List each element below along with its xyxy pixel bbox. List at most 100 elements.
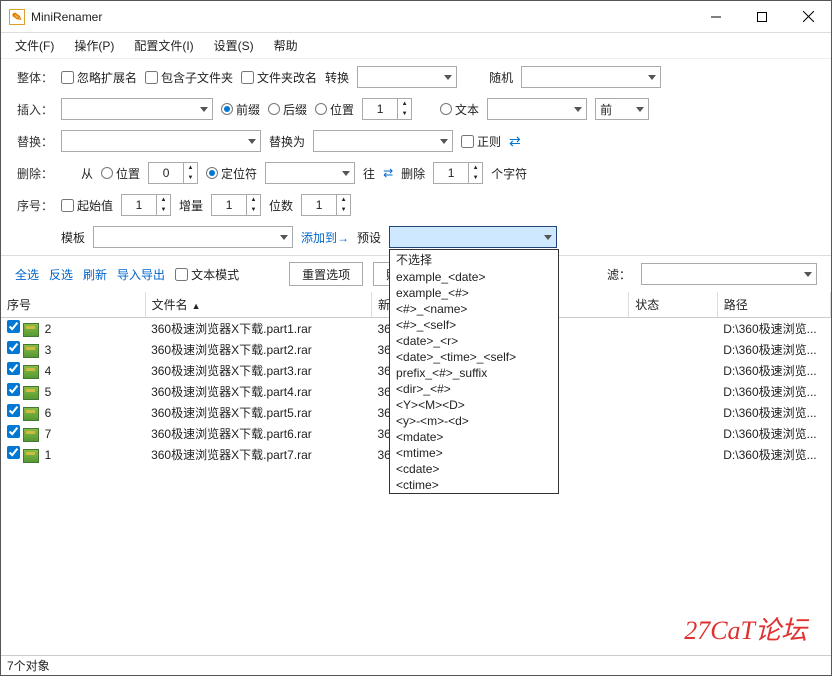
text-radio[interactable]: 文本 [440,101,479,118]
random-label: 随机 [489,69,513,86]
preset-option[interactable]: <mtime> [390,445,558,461]
row-checkbox[interactable] [7,341,20,354]
locator-combo[interactable] [265,162,355,184]
row-checkbox[interactable] [7,404,20,417]
col-status[interactable]: 状态 [629,292,718,318]
add-to-link[interactable]: 添加到→ [301,229,349,246]
insert-front-combo[interactable]: 前 [595,98,649,120]
preset-option[interactable]: <#>_<self> [390,317,558,333]
insert-text-combo[interactable] [487,98,587,120]
preset-option[interactable]: <Y><M><D> [390,397,558,413]
preset-option[interactable]: example_<#> [390,285,558,301]
reset-button[interactable]: 重置选项 [289,262,363,286]
row-checkbox[interactable] [7,362,20,375]
start-checkbox[interactable]: 起始值 [61,197,113,214]
preset-option[interactable]: <ctime> [390,477,558,493]
include-sub-checkbox[interactable]: 包含子文件夹 [145,69,233,86]
position-radio[interactable]: 位置 [315,101,354,118]
preset-option[interactable]: prefix_<#>_suffix [390,365,558,381]
preset-label: 预设 [357,229,381,246]
menu-operate[interactable]: 操作(P) [66,34,122,57]
file-icon [23,323,39,337]
delete-label: 删除： [13,165,53,182]
replace-from-combo[interactable] [61,130,261,152]
minimize-button[interactable] [693,2,739,32]
suffix-radio[interactable]: 后缀 [268,101,307,118]
text-mode-checkbox[interactable]: 文本模式 [175,266,239,283]
template-label: 模板 [61,229,85,246]
ignore-ext-checkbox[interactable]: 忽略扩展名 [61,69,137,86]
template-combo[interactable] [93,226,293,248]
menu-help[interactable]: 帮助 [266,34,306,57]
window-title: MiniRenamer [31,10,693,24]
prefix-radio[interactable]: 前缀 [221,101,260,118]
row-checkbox[interactable] [7,383,20,396]
import-export-link[interactable]: 导入导出 [117,266,165,283]
file-icon [23,407,39,421]
menu-file[interactable]: 文件(F) [7,34,62,57]
file-icon [23,344,39,358]
preset-option[interactable]: <#>_<name> [390,301,558,317]
sort-asc-icon: ▲ [192,301,201,311]
filter-label: 滤： [607,266,631,283]
preset-option[interactable]: <date>_<r> [390,333,558,349]
del-count-spinner[interactable]: ▲▼ [433,162,483,184]
preset-option[interactable]: <mdate> [390,429,558,445]
insert-combo[interactable] [61,98,213,120]
inc-label: 增量 [179,197,203,214]
maximize-button[interactable] [739,2,785,32]
file-icon [23,449,39,463]
random-combo[interactable] [521,66,661,88]
preset-option[interactable]: <cdate> [390,461,558,477]
start-spinner[interactable]: ▲▼ [121,194,171,216]
row-checkbox[interactable] [7,320,20,333]
preset-option[interactable]: example_<date> [390,269,558,285]
status-bar: 7个对象 [1,655,831,675]
file-icon [23,428,39,442]
rename-folder-checkbox[interactable]: 文件夹改名 [241,69,317,86]
del-position-radio[interactable]: 位置 [101,165,140,182]
preset-option[interactable]: <y>-<m>-<d> [390,413,558,429]
inc-spinner[interactable]: ▲▼ [211,194,261,216]
select-all-link[interactable]: 全选 [15,266,39,283]
preset-option[interactable]: <dir>_<#> [390,381,558,397]
digits-spinner[interactable]: ▲▼ [301,194,351,216]
menu-settings[interactable]: 设置(S) [206,34,262,57]
col-filename[interactable]: 文件名▲ [145,292,371,318]
preset-dropdown: 不选择example_<date>example_<#><#>_<name><#… [389,249,559,494]
file-icon [23,365,39,379]
insert-label: 插入： [13,101,53,118]
del-pos-spinner[interactable]: ▲▼ [148,162,198,184]
preset-combo[interactable]: 不选择example_<date>example_<#><#>_<name><#… [389,226,557,248]
convert-label: 转换 [325,69,349,86]
del-locator-radio[interactable]: 定位符 [206,165,257,182]
del-word-label: 删除 [401,165,425,182]
refresh-link[interactable]: 刷新 [83,266,107,283]
filter-combo[interactable] [641,263,817,285]
invert-link[interactable]: 反选 [49,266,73,283]
direction-toggle[interactable]: ⇄ [383,166,393,180]
replace-to-combo[interactable] [313,130,453,152]
col-path[interactable]: 路径 [717,292,830,318]
row-checkbox[interactable] [7,425,20,438]
replace-with-label: 替换为 [269,133,305,150]
chars-label: 个字符 [491,165,527,182]
seq-label: 序号： [13,197,53,214]
preset-option[interactable]: 不选择 [390,250,558,269]
watermark: 27CaT论坛 [684,610,807,647]
menubar: 文件(F) 操作(P) 配置文件(I) 设置(S) 帮助 [1,33,831,59]
global-label: 整体： [13,69,53,86]
insert-pos-spinner[interactable]: ▲▼ [362,98,412,120]
close-button[interactable] [785,2,831,32]
menu-config[interactable]: 配置文件(I) [126,34,201,57]
preset-option[interactable]: <date>_<time>_<self> [390,349,558,365]
col-index[interactable]: 序号 [1,292,145,318]
convert-combo[interactable] [357,66,457,88]
regex-checkbox[interactable]: 正则 [461,133,501,150]
swap-icon[interactable]: ⇄ [509,133,521,150]
app-icon: ✎ [9,9,25,25]
row-checkbox[interactable] [7,446,20,459]
replace-label: 替换： [13,133,53,150]
file-icon [23,386,39,400]
towards-label: 往 [363,165,375,182]
